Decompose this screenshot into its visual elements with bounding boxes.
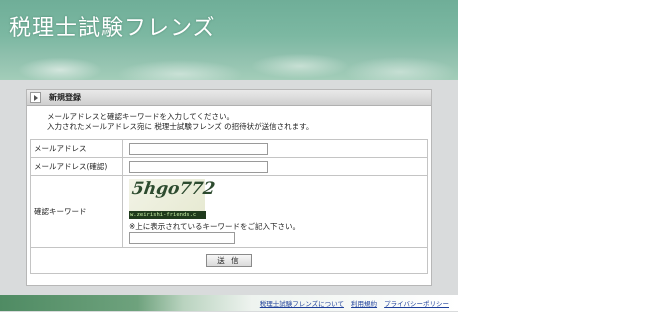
footer-link-terms[interactable]: 利用規約 [351,300,377,308]
email-field[interactable] [129,142,268,155]
intro-line-1: メールアドレスと確認キーワードを入力してください。 [47,112,235,121]
captcha-input[interactable] [129,232,235,244]
form-row-captcha: 確認キーワード 5hgo772 w.zeirishi-friends.c ※上に… [30,175,428,248]
email-confirm-label: メールアドレス(確認) [30,157,123,176]
captcha-domain-strip: w.zeirishi-friends.c [129,211,206,219]
registration-form: メールアドレス メールアドレス(確認) 確認キーワード 5hgo772 w.ze… [30,139,428,274]
captcha-word: 5hgo772 [130,179,217,199]
footer-link-about[interactable]: 税理士試験フレンズについて [260,300,344,308]
email-confirm-field[interactable] [129,160,268,173]
site-header: 税理士試験フレンズ [0,0,458,80]
intro-text: メールアドレスと確認キーワードを入力してください。 入力されたメールアドレス宛に… [47,112,417,132]
panel-title: 新規登録 [49,93,81,102]
email-label: メールアドレス [30,139,123,158]
form-row-email: メールアドレス [30,139,428,158]
captcha-note: ※上に表示されているキーワードをご記入下さい。 [129,222,301,231]
site-footer: 税理士試験フレンズについて 利用規約 プライバシーポリシー [0,295,458,311]
footer-links: 税理士試験フレンズについて 利用規約 プライバシーポリシー [255,298,449,308]
registration-panel: 新規登録 メールアドレスと確認キーワードを入力してください。 入力されたメールア… [26,89,432,286]
header-trees-image [0,40,458,80]
form-row-email-confirm: メールアドレス(確認) [30,157,428,176]
captcha-image: 5hgo772 [129,179,216,211]
site-title[interactable]: 税理士試験フレンズ [9,10,216,42]
intro-line-2: 入力されたメールアドレス宛に 税理士試験フレンズ の招待状が送信されます。 [47,122,314,131]
submit-button[interactable]: 送 信 [206,254,252,267]
panel-header: 新規登録 [27,90,431,106]
form-row-submit: 送 信 [30,247,428,274]
arrow-right-icon [30,92,41,103]
captcha-label: 確認キーワード [30,175,123,248]
footer-link-privacy[interactable]: プライバシーポリシー [384,300,449,308]
page-background: 税理士試験フレンズ 新規登録 メールアドレスと確認キーワードを入力してください。… [0,0,458,312]
